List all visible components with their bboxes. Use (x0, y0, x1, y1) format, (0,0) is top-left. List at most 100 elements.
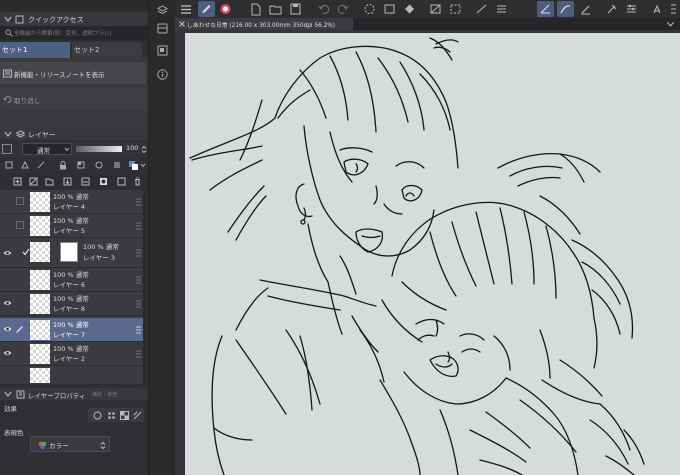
color-tool-button[interactable] (217, 1, 234, 17)
effect-buttons[interactable] (88, 408, 144, 422)
info-icon[interactable] (156, 68, 168, 80)
eye-icon[interactable] (3, 326, 12, 332)
undo-button[interactable]: 取り消し (0, 88, 146, 110)
layer-mask-thumbnail (60, 242, 78, 262)
transform-button[interactable] (361, 1, 378, 17)
grip-icon[interactable] (134, 197, 142, 207)
more-button[interactable] (667, 1, 680, 17)
layer-color-effect-icon[interactable] (119, 410, 129, 420)
navigator-icon[interactable] (156, 44, 168, 56)
settings-button[interactable] (649, 1, 666, 17)
save-button[interactable] (287, 1, 304, 17)
help-button[interactable] (603, 1, 620, 17)
search-placeholder[interactable]: 全機能から検索(例：変形、透明プラシ) (14, 29, 144, 37)
layer-row[interactable]: 100 % 通常 レイヤー 8 (0, 292, 146, 316)
layer-row-partial[interactable] (0, 366, 146, 385)
new-folder-icon[interactable] (44, 176, 54, 186)
tab-set2[interactable]: セット2 (72, 42, 142, 58)
adjust-button[interactable] (623, 1, 640, 17)
pen-pressure-button[interactable] (577, 1, 594, 17)
snap-grid-button[interactable] (493, 1, 510, 17)
grip-icon[interactable] (134, 221, 142, 231)
release-notes-label: 新機能・リリースノートを表示 (14, 71, 105, 79)
collapse-chevron-icon[interactable] (3, 14, 13, 24)
blend-mode-select[interactable]: 通常 (22, 143, 72, 155)
draft-icon[interactable] (36, 160, 46, 170)
layer-row-selected[interactable]: 100 % 通常 レイヤー 7 (0, 318, 146, 342)
transfer-down-icon[interactable] (62, 176, 72, 186)
mask-icon[interactable] (94, 160, 104, 170)
undo-toolbar-button[interactable] (315, 1, 332, 17)
material-icon[interactable] (156, 22, 168, 34)
layer-check[interactable] (16, 221, 24, 229)
document-tab[interactable]: しあわせな日常 (216.00 x 303.00mm 350dpi 56.2%) (175, 18, 353, 30)
tone-effect-icon[interactable] (106, 410, 116, 420)
quick-access-header[interactable]: クイックアクセス (0, 12, 148, 26)
lock-icon[interactable] (58, 160, 68, 170)
opacity-value[interactable]: 100 (126, 144, 138, 152)
grip-icon[interactable] (134, 325, 142, 335)
layer-row[interactable]: 100 % 通常 レイヤー 5 (0, 214, 146, 238)
layer-color-swatch-icon[interactable] (128, 160, 138, 170)
clip-icon[interactable] (4, 160, 14, 170)
grip-icon[interactable] (134, 349, 142, 359)
delete-layer-icon[interactable] (132, 176, 142, 186)
layer-color-icon[interactable] (2, 144, 12, 154)
layer-row[interactable]: 100 % 通常 レイヤー 2 (0, 342, 146, 366)
chevron-down-icon[interactable] (665, 19, 675, 29)
layer-list[interactable]: 100 % 通常 レイヤー 4 100 % 通常 レイヤー 5 100 % 通常… (0, 190, 146, 385)
pen-tool-button[interactable] (198, 1, 215, 17)
opacity-stepper-icon[interactable] (140, 144, 147, 154)
layer-check[interactable] (16, 197, 24, 205)
eye-icon[interactable] (3, 350, 12, 356)
layer-panel-header[interactable]: レイヤー (0, 128, 148, 140)
grip-icon[interactable] (134, 275, 142, 285)
menu-icon[interactable] (180, 3, 192, 15)
new-file-button[interactable] (247, 1, 264, 17)
snap-ruler-button[interactable] (473, 1, 490, 17)
palette-color-icon[interactable] (112, 160, 122, 170)
layer-scrollbar[interactable] (143, 190, 146, 385)
extract-line-icon[interactable] (132, 410, 142, 420)
new-raster-layer-icon[interactable] (12, 176, 22, 186)
clear-button[interactable] (381, 1, 398, 17)
grip-icon[interactable] (134, 248, 142, 258)
release-notes-button[interactable]: 新機能・リリースノートを表示 (0, 62, 146, 84)
chevron-down-icon[interactable] (139, 160, 147, 170)
hide-selection-button[interactable] (447, 1, 464, 17)
fill-button[interactable] (401, 1, 418, 17)
selection-button[interactable] (427, 1, 444, 17)
eye-icon[interactable] (3, 300, 12, 306)
eye-icon[interactable] (3, 250, 12, 256)
layer-panel-icon[interactable] (156, 4, 168, 16)
new-vector-layer-icon[interactable] (28, 176, 38, 186)
collapse-chevron-icon[interactable] (3, 129, 13, 139)
layer-row[interactable]: 100 % 通常 レイヤー 4 (0, 190, 146, 214)
pen-icon (14, 324, 24, 334)
layer-tools-row-2 (0, 173, 148, 189)
close-icon[interactable] (177, 19, 186, 29)
reference-icon[interactable] (20, 160, 30, 170)
snap-special-ruler-button[interactable] (537, 1, 554, 17)
quick-access-search[interactable]: 全機能から検索(例：変形、透明プラシ) (0, 26, 148, 40)
redo-toolbar-button[interactable] (335, 1, 352, 17)
snap-curve-button[interactable] (557, 1, 574, 17)
undo-icon (2, 94, 12, 104)
collapse-chevron-icon[interactable] (3, 389, 13, 399)
opacity-slider[interactable] (76, 146, 122, 152)
drawing-canvas[interactable] (185, 33, 680, 475)
merge-down-icon[interactable] (80, 176, 90, 186)
layers-icon (15, 129, 25, 139)
lock-transparent-icon[interactable] (76, 160, 86, 170)
layer-properties-header[interactable]: レイヤープロパティ 補助・排他 (0, 388, 148, 400)
tab-set1[interactable]: セット1 (0, 42, 70, 58)
open-file-button[interactable] (267, 1, 284, 17)
color-mode-select[interactable]: カラー (30, 436, 110, 452)
layer-row[interactable]: 100 % 通常 レイヤー 3 (0, 238, 146, 268)
layer-mask-icon[interactable] (98, 176, 108, 186)
apply-mask-icon[interactable] (116, 176, 126, 186)
news-icon (2, 68, 12, 78)
border-effect-icon[interactable] (92, 410, 102, 420)
layer-row[interactable]: 100 % 通常 レイヤー 6 (0, 268, 146, 292)
grip-icon[interactable] (134, 299, 142, 309)
